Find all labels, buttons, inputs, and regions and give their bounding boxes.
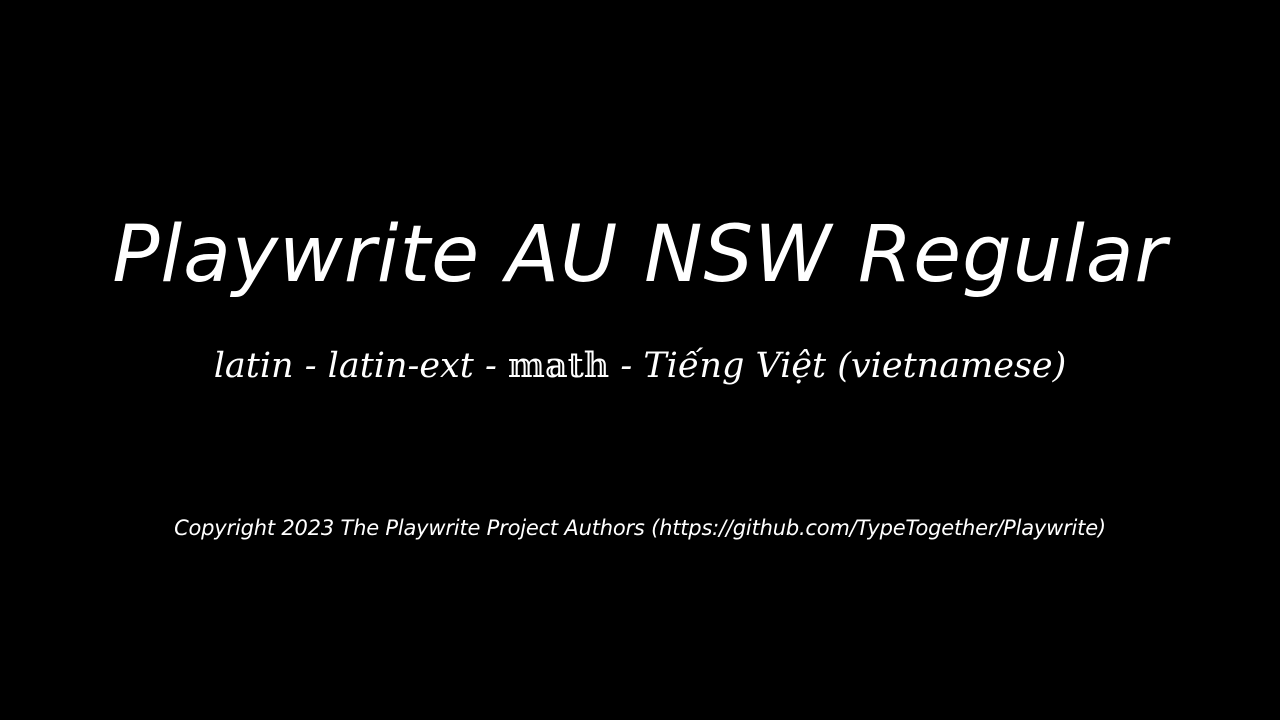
scripts-suffix: - Tiếng Việt (vietnamese) (609, 346, 1067, 386)
math-script-label: 𝕞𝕒𝕥𝕙 (507, 346, 610, 386)
scripts-prefix: latin - latin-ext - (213, 346, 508, 386)
copyright-notice: Copyright 2023 The Playwrite Project Aut… (174, 516, 1106, 540)
supported-scripts-line: latin - latin-ext - 𝕞𝕒𝕥𝕙 - Tiếng Việt (v… (0, 336, 1280, 396)
font-specimen-card: Playwrite AU NSW Regular latin - latin-e… (0, 0, 1280, 720)
font-name-heading: Playwrite AU NSW Regular (112, 210, 1168, 300)
